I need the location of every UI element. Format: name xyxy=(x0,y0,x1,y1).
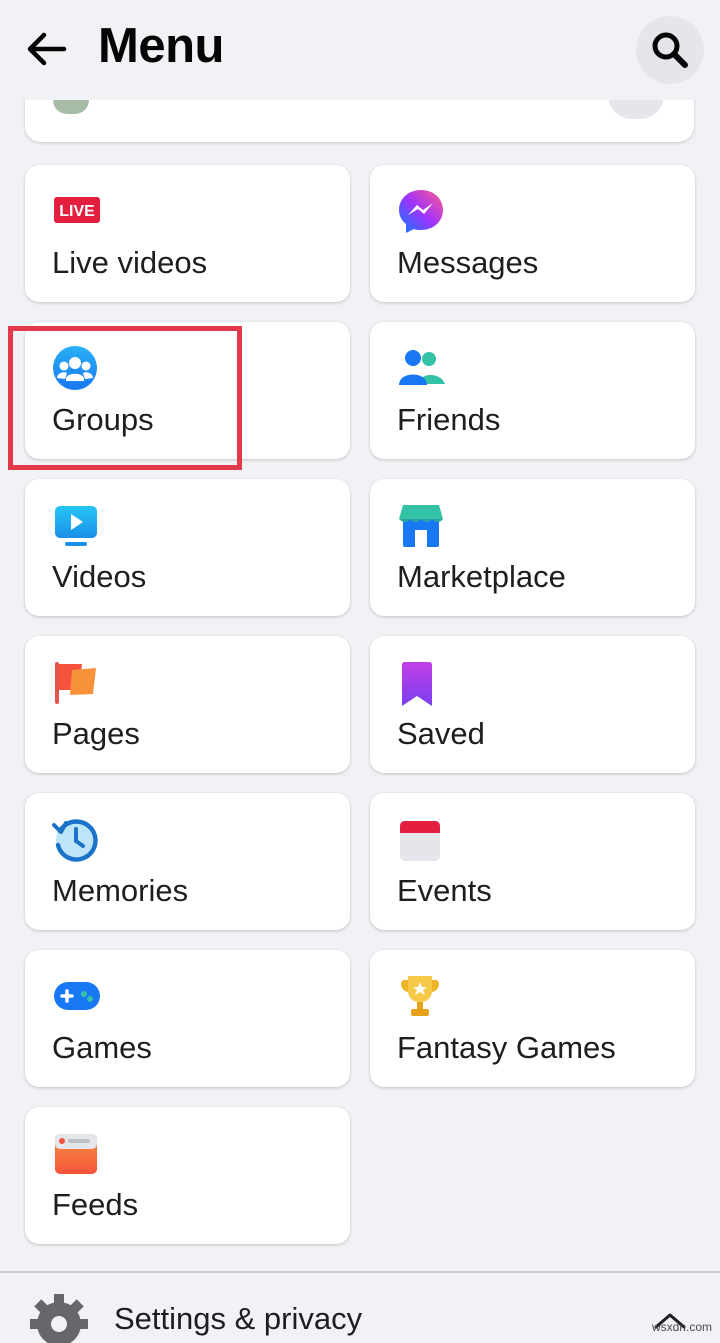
back-arrow-icon[interactable] xyxy=(24,26,70,72)
shortcut-label: Messages xyxy=(397,245,539,280)
trophy-icon xyxy=(397,974,447,1020)
shortcut-live-videos[interactable]: LIVE Live videos xyxy=(25,165,350,302)
shortcut-label: Fantasy Games xyxy=(397,1030,616,1065)
search-icon xyxy=(652,32,688,68)
shortcut-saved[interactable]: Saved xyxy=(370,636,695,773)
groups-icon xyxy=(52,346,102,392)
shortcut-label: Groups xyxy=(52,402,154,437)
shortcut-feeds[interactable]: Feeds xyxy=(25,1107,350,1244)
settings-privacy-label: Settings & privacy xyxy=(114,1301,363,1336)
shortcut-label: Marketplace xyxy=(397,559,566,594)
marketplace-icon xyxy=(397,503,447,549)
video-icon xyxy=(52,503,102,549)
search-button[interactable] xyxy=(636,16,704,84)
live-icon: LIVE xyxy=(52,189,102,235)
svg-text:LIVE: LIVE xyxy=(59,203,95,220)
avatar xyxy=(53,100,89,114)
shortcut-pages[interactable]: Pages xyxy=(25,636,350,773)
header: Menu xyxy=(0,0,720,100)
shortcut-label: Videos xyxy=(52,559,147,594)
shortcut-groups[interactable]: Groups xyxy=(25,322,350,459)
shortcut-games[interactable]: Games xyxy=(25,950,350,1087)
shortcut-label: Live videos xyxy=(52,245,208,280)
settings-privacy-row[interactable]: Settings & privacy xyxy=(0,1273,720,1343)
flag-icon xyxy=(52,660,102,706)
calendar-icon xyxy=(397,817,447,863)
shortcut-messages[interactable]: Messages xyxy=(370,165,695,302)
shortcut-label: Games xyxy=(52,1030,152,1065)
shortcut-memories[interactable]: Memories xyxy=(25,793,350,930)
shortcut-fantasy-games[interactable]: Fantasy Games xyxy=(370,950,695,1087)
shortcut-friends[interactable]: Friends xyxy=(370,322,695,459)
shortcut-label: Saved xyxy=(397,716,485,751)
shortcut-label: Friends xyxy=(397,402,501,437)
shortcut-label: Memories xyxy=(52,873,189,908)
gear-icon xyxy=(30,1294,88,1343)
messenger-icon xyxy=(397,189,447,235)
friends-icon xyxy=(397,346,447,392)
bookmark-icon xyxy=(397,660,447,706)
shortcut-events[interactable]: Events xyxy=(370,793,695,930)
shortcut-videos[interactable]: Videos xyxy=(25,479,350,616)
gamepad-icon xyxy=(52,974,102,1020)
feeds-icon xyxy=(52,1131,102,1177)
memories-clock-icon xyxy=(52,817,102,863)
shortcut-label: Events xyxy=(397,873,492,908)
watermark: wsxdn.com xyxy=(651,1320,712,1334)
shortcut-label: Pages xyxy=(52,716,140,751)
shortcut-label: Feeds xyxy=(52,1187,139,1222)
shortcut-marketplace[interactable]: Marketplace xyxy=(370,479,695,616)
page-title: Menu xyxy=(98,19,224,73)
